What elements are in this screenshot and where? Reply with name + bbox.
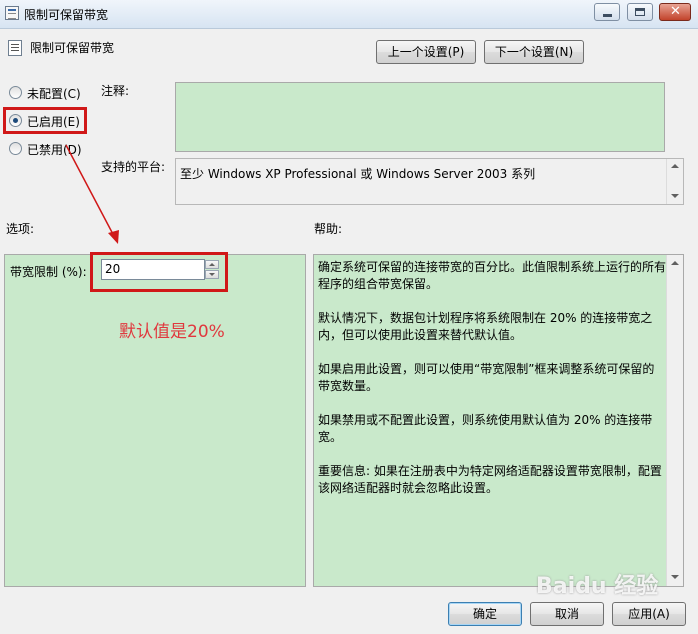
- help-paragraph: 如果启用此设置，则可以使用“带宽限制”框来调整系统可保留的带宽数量。: [318, 362, 655, 393]
- help-panel: 确定系统可保留的连接带宽的百分比。此值限制系统上运行的所有程序的组合带宽保留。 …: [313, 254, 684, 587]
- help-paragraph: 确定系统可保留的连接带宽的百分比。此值限制系统上运行的所有程序的组合带宽保留。: [318, 260, 667, 291]
- help-paragraph: 如果禁用或不配置此设置，则系统使用默认值为 20% 的连接带宽。: [318, 413, 653, 444]
- help-scrollbar[interactable]: [666, 255, 683, 586]
- help-paragraph: 重要信息: 如果在注册表中为特定网络适配器设置带宽限制，配置该网络适配器时就会忽…: [318, 464, 662, 495]
- cancel-button[interactable]: 取消: [530, 602, 604, 626]
- ok-button[interactable]: 确定: [448, 602, 522, 626]
- help-text: 确定系统可保留的连接带宽的百分比。此值限制系统上运行的所有程序的组合带宽保留。 …: [318, 259, 666, 514]
- apply-button[interactable]: 应用(A): [612, 602, 686, 626]
- help-scroll-up-icon[interactable]: [671, 261, 679, 265]
- baidu-watermark: Baidu 经验: [536, 574, 659, 599]
- help-scroll-down-icon[interactable]: [671, 575, 679, 579]
- help-paragraph: 默认情况下，数据包计划程序将系统限制在 20% 的连接带宽之内，但可以使用此设置…: [318, 311, 653, 342]
